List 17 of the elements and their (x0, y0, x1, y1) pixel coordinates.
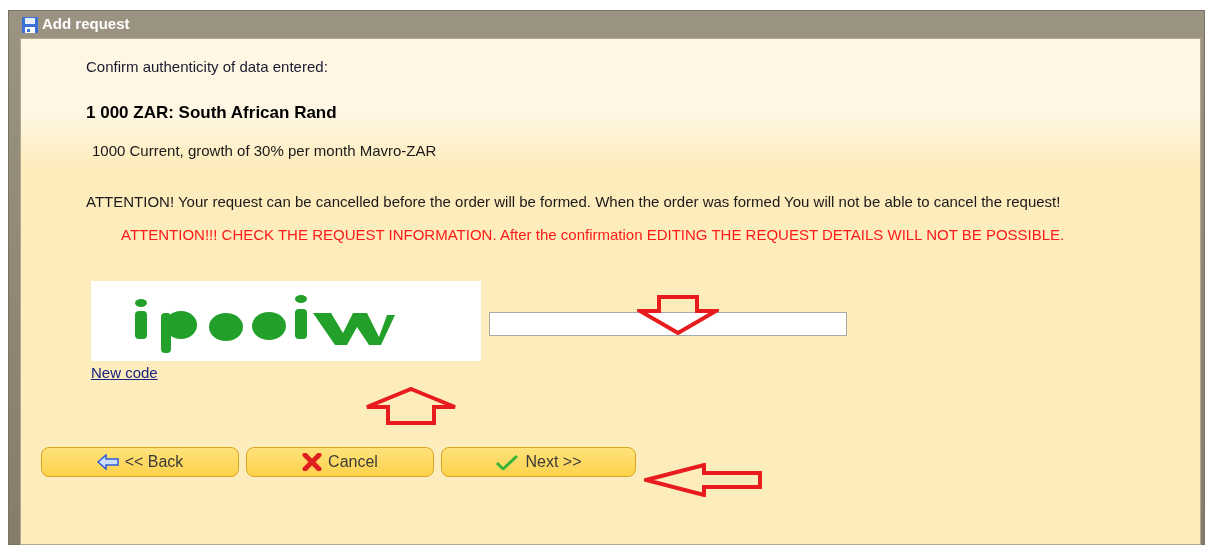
attention-text: ATTENTION! Your request can be cancelled before the order will be formed. When the order was formed You will not be able to cancel the request! (86, 192, 1062, 210)
back-button[interactable]: << Back (41, 446, 239, 477)
up-arrow-icon (364, 387, 458, 425)
window-title: Add request (42, 14, 130, 35)
down-arrow-icon (637, 295, 719, 335)
plan-description: 1000 Current, growth of 30% per month Mavro-ZAR (92, 141, 438, 161)
left-arrow-icon (644, 463, 764, 497)
intro-text: Confirm authenticity of data entered: (86, 57, 329, 77)
new-code-link[interactable]: New code (91, 361, 158, 384)
left-arrow-icon (96, 453, 119, 470)
next-button[interactable]: Next >> (441, 446, 636, 477)
captcha-input[interactable] (489, 311, 847, 336)
checkmark-icon (495, 453, 520, 470)
close-icon (302, 452, 323, 471)
currency-heading: 1 000 ZAR: South African Rand (86, 101, 338, 124)
warning-text: ATTENTION!!! CHECK THE REQUEST INFORMATION. After the confirmation EDITING THE REQUEST DETAILS WILL NOT BE POSSIBLE. (121, 225, 1066, 243)
cancel-button[interactable]: Cancel (246, 446, 434, 477)
